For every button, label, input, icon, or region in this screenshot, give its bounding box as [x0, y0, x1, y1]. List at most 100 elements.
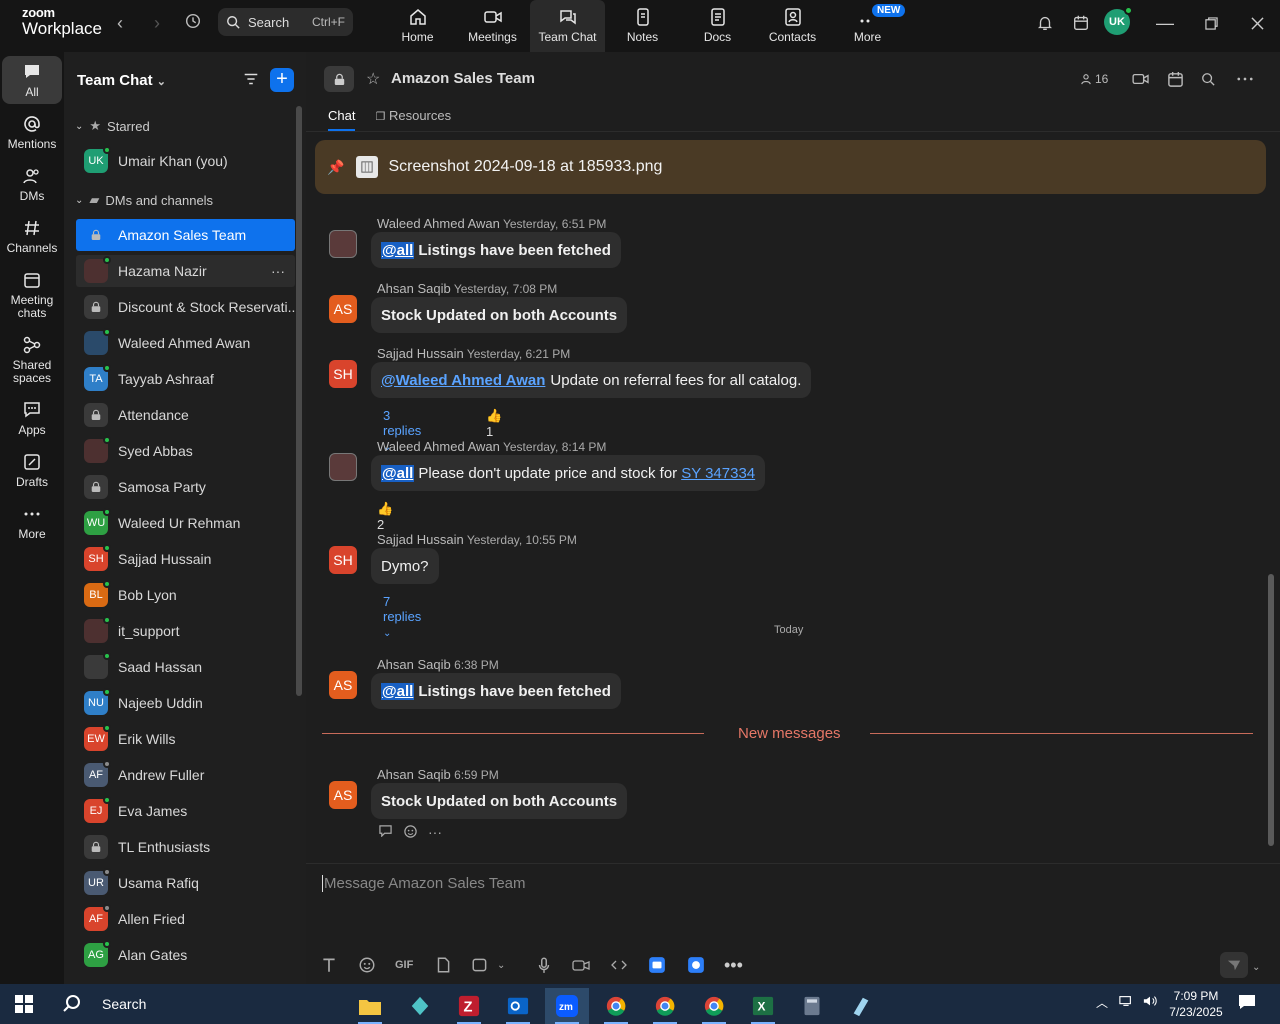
sidebar-item[interactable]: AF Allen Fried [76, 903, 295, 935]
minimize-icon[interactable]: — [1152, 10, 1178, 36]
excel-icon[interactable]: X [741, 988, 785, 1024]
dms-section-header[interactable]: ⌄ ▰ DMs and channels [75, 192, 213, 208]
more-options-icon[interactable] [1237, 68, 1253, 90]
composer-more-icon[interactable]: ••• [724, 954, 743, 976]
calendar-icon[interactable] [1068, 10, 1094, 36]
text-format-icon[interactable] [320, 954, 338, 976]
gif-icon[interactable]: GIF [395, 954, 413, 976]
rail-meeting-chats[interactable]: Meeting chats [2, 270, 62, 320]
sidebar-item[interactable]: NU Najeeb Uddin [76, 687, 295, 719]
video-message-icon[interactable] [572, 954, 590, 976]
message-author[interactable]: Ahsan Saqib [377, 281, 451, 296]
nav-contacts[interactable]: Contacts [755, 0, 830, 52]
sidebar-item[interactable]: Samosa Party [76, 471, 295, 503]
restore-icon[interactable] [1198, 10, 1224, 36]
nav-meetings[interactable]: Meetings [455, 0, 530, 52]
thread-replies-link[interactable]: 7 replies ⌄ [383, 594, 421, 639]
item-more-icon[interactable]: ··· [271, 263, 285, 279]
rail-more[interactable]: More [2, 504, 62, 541]
members-button[interactable]: 16 [1080, 68, 1108, 90]
composer-placeholder[interactable]: Message Amazon Sales Team [322, 875, 526, 892]
sidebar-item[interactable]: EW Erik Wills [76, 723, 295, 755]
rail-apps[interactable]: Apps [2, 400, 62, 437]
avatar[interactable]: SH [329, 360, 357, 388]
network-icon[interactable] [1118, 994, 1134, 1011]
taskbar-tool-icon[interactable] [839, 988, 883, 1024]
global-search[interactable]: Search Ctrl+F [218, 8, 353, 36]
message-composer[interactable]: Message Amazon Sales Team GIF ⌄ ••• ⌄ [306, 863, 1280, 984]
avatar[interactable] [329, 230, 357, 258]
outlook-icon[interactable] [496, 988, 540, 1024]
microphone-icon[interactable] [535, 954, 553, 976]
message-author[interactable]: Waleed Ahmed Awan [377, 439, 500, 454]
tray-chevron-up-icon[interactable]: ︿ [1096, 994, 1108, 1011]
message-author[interactable]: Sajjad Hussain [377, 532, 464, 547]
pinned-message[interactable]: 📌 Screenshot 2024-09-18 at 185933.png [315, 140, 1266, 194]
reply-icon[interactable] [378, 824, 393, 842]
sidebar-item[interactable]: Saad Hassan [76, 651, 295, 683]
app-integration-icon[interactable] [648, 954, 666, 976]
mention-all[interactable]: @all [381, 241, 415, 259]
chrome-profile-2-icon[interactable] [692, 988, 736, 1024]
reaction-chip[interactable]: 👍 2 [377, 501, 393, 532]
windows-start-icon[interactable] [14, 994, 34, 1014]
nav-team-chat[interactable]: Team Chat [530, 0, 605, 52]
sidebar-title[interactable]: Team Chat ⌄ [77, 72, 166, 89]
sidebar-item[interactable]: Amazon Sales Team [76, 219, 295, 251]
sidebar-item[interactable]: Waleed Ahmed Awan [76, 327, 295, 359]
zoom-taskbar-icon[interactable]: zm [545, 988, 589, 1024]
avatar[interactable]: AS [329, 781, 357, 809]
sidebar-item[interactable]: WU Waleed Ur Rehman [76, 507, 295, 539]
back-arrow-icon[interactable]: ‹ [108, 12, 132, 36]
rail-dms[interactable]: DMs [2, 166, 62, 203]
sidebar-item[interactable]: TA Tayyab Ashraaf [76, 363, 295, 395]
add-reaction-icon[interactable] [403, 824, 418, 842]
mention-all[interactable]: @all [381, 682, 415, 700]
avatar[interactable]: SH [329, 546, 357, 574]
filter-icon[interactable] [242, 70, 262, 90]
tab-resources[interactable]: ❐ Resources [375, 108, 451, 131]
rail-all[interactable]: All [2, 56, 62, 104]
close-icon[interactable] [1244, 10, 1270, 36]
sidebar-item-umair-khan[interactable]: UK Umair Khan (you) [76, 145, 295, 177]
message-author[interactable]: Ahsan Saqib [377, 657, 451, 672]
sidebar-item[interactable]: AG Alan Gates [76, 939, 295, 971]
sidebar-item[interactable]: TL Enthusiasts [76, 831, 295, 863]
sidebar-item[interactable]: BL Bob Lyon [76, 579, 295, 611]
sidebar-item[interactable]: Syed Abbas [76, 435, 295, 467]
avatar[interactable]: AS [329, 295, 357, 323]
rail-drafts[interactable]: Drafts [2, 452, 62, 489]
sidebar-item[interactable]: it_support [76, 615, 295, 647]
chevron-down-icon[interactable]: ⌄ [1252, 956, 1260, 978]
sidebar-item[interactable]: Hazama Nazir ··· [76, 255, 295, 287]
code-snippet-icon[interactable] [610, 954, 628, 976]
file-icon[interactable] [434, 954, 452, 976]
avatar[interactable]: AS [329, 671, 357, 699]
sidebar-scrollbar[interactable] [296, 106, 302, 696]
chrome-profile-icon[interactable] [643, 988, 687, 1024]
schedule-meeting-icon[interactable] [1167, 68, 1184, 90]
notifications-icon[interactable] [1238, 994, 1256, 1013]
screenshot-icon[interactable]: ⌄ [471, 954, 505, 976]
channel-title[interactable]: Amazon Sales Team [391, 70, 535, 87]
calculator-icon[interactable] [790, 988, 834, 1024]
sidebar-item[interactable]: SH Sajjad Hussain [76, 543, 295, 575]
taskbar-app-icon[interactable] [398, 988, 442, 1024]
nav-docs[interactable]: Docs [680, 0, 755, 52]
message-scrollbar[interactable] [1268, 132, 1274, 847]
user-mention[interactable]: @Waleed Ahmed Awan [381, 372, 545, 389]
avatar[interactable] [329, 453, 357, 481]
reaction-chip[interactable]: 👍 1 [486, 408, 502, 439]
taskbar-search[interactable]: Search [50, 984, 146, 1024]
search-icon[interactable] [1201, 68, 1215, 90]
forward-arrow-icon[interactable]: › [145, 12, 169, 36]
tab-chat[interactable]: Chat [328, 108, 356, 131]
nav-home[interactable]: Home [380, 0, 455, 52]
star-outline-icon[interactable]: ☆ [366, 69, 380, 89]
chrome-icon[interactable] [594, 988, 638, 1024]
taskbar-clock[interactable]: 7:09 PM 7/23/2025 [1160, 988, 1232, 1020]
message-author[interactable]: Waleed Ahmed Awan [377, 216, 500, 231]
more-actions-icon[interactable]: ··· [428, 824, 442, 842]
volume-icon[interactable] [1142, 994, 1158, 1011]
filezilla-icon[interactable]: Z [447, 988, 491, 1024]
